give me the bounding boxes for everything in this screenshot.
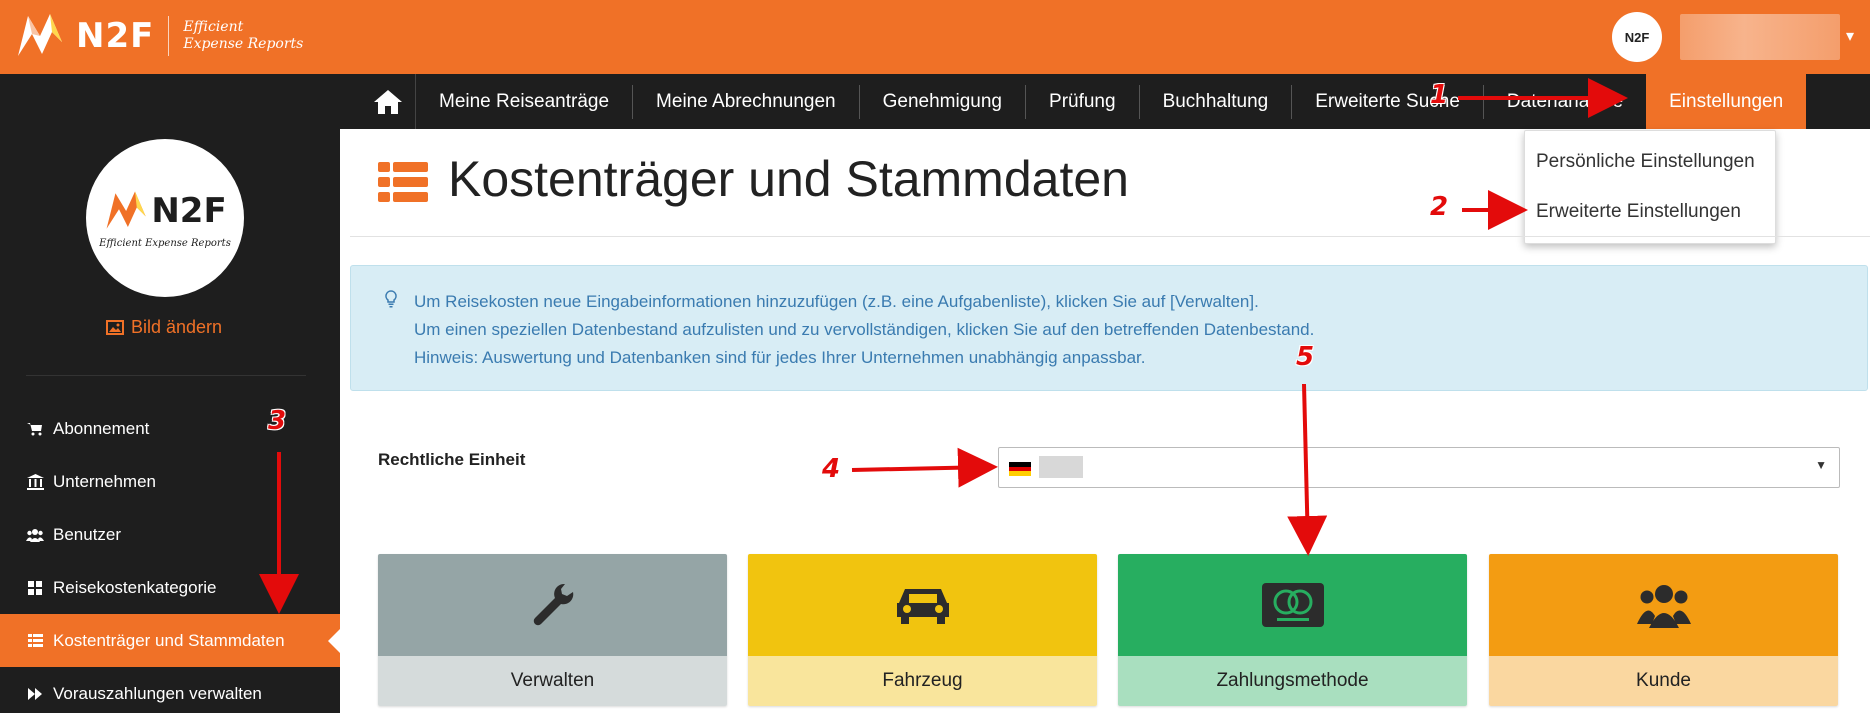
institution-icon [26,473,44,490]
annotation-number-3: 3 [268,406,287,436]
sidebar-divider [26,375,306,376]
users-icon [1636,585,1691,628]
wrench-icon [533,583,573,626]
german-flag-icon [1009,462,1031,476]
list-icon [26,634,44,647]
brand-tagline: Efficient Expense Reports [183,19,303,53]
active-indicator [328,628,340,653]
tile-kunde[interactable]: Kunde [1489,554,1838,706]
sidebar-item-unternehmen[interactable]: Unternehmen [0,455,340,508]
main-nav: Meine Reiseanträge Meine Abrechnungen Ge… [360,74,1807,129]
title-divider [350,236,1870,237]
info-line: Um Reisekosten neue Eingabeinformationen… [414,292,1259,311]
tile-icon-area [1489,554,1838,656]
page-title: Kostenträger und Stammdaten [448,151,1129,207]
avatar-brand: N2F [1624,29,1650,45]
tile-zahlungsmethode[interactable]: Zahlungsmethode [1118,554,1467,706]
chevron-down-icon: ▼ [1815,458,1827,472]
change-image-label: Bild ändern [131,317,223,337]
info-text: Um Reisekosten neue Eingabeinformationen… [414,288,1314,372]
users-icon [26,528,44,542]
tile-label: Verwalten [378,656,727,706]
settings-dropdown: Persönliche Einstellungen Erweiterte Ein… [1524,130,1776,244]
lightbulb-icon [385,290,397,313]
info-box: Um Reisekosten neue Eingabeinformationen… [350,265,1868,391]
sidebar-item-abonnement[interactable]: Abonnement [0,402,340,455]
tagline-line-1: Efficient [183,19,244,35]
user-menu-caret-icon[interactable]: ▾ [1846,26,1854,46]
annotation-number-2: 2 [1430,192,1449,222]
annotation-number-5: 5 [1296,342,1315,372]
sidebar-item-vorauszahlungen[interactable]: Vorauszahlungen verwalten [0,667,340,713]
forward-icon [26,687,44,700]
sidebar: N2F Efficient Expense Reports Bild änder… [0,129,340,713]
sidebar-item-label: Reisekostenkategorie [53,577,217,597]
brand-logo[interactable]: N2F Efficient Expense Reports [14,8,303,64]
sidebar-item-reisekostenkategorie[interactable]: Reisekostenkategorie [0,561,340,614]
logo-mark-icon [106,190,146,229]
tile-fahrzeug[interactable]: Fahrzeug [748,554,1097,706]
tile-label: Zahlungsmethode [1118,656,1467,706]
sidebar-item-label: Abonnement [53,418,150,438]
nav-item-pruefung[interactable]: Prüfung [1026,74,1139,129]
brand-name: N2F [76,16,155,56]
list-icon [378,162,428,207]
nav-item-einstellungen[interactable]: Einstellungen [1646,74,1807,129]
nav-item-genehmigung[interactable]: Genehmigung [860,74,1025,129]
dropdown-item-persoenliche-einstellungen[interactable]: Persönliche Einstellungen [1525,137,1775,187]
image-icon [106,320,124,335]
logo-mark-icon [18,14,62,56]
grid-icon [26,580,44,595]
main-nav-bar: Meine Reiseanträge Meine Abrechnungen Ge… [0,74,1870,129]
home-icon[interactable] [360,74,416,129]
company-logo: N2F Efficient Expense Reports [86,139,244,297]
nav-item-reiseantraege[interactable]: Meine Reiseanträge [416,74,632,129]
sidebar-item-label: Vorauszahlungen verwalten [53,683,262,703]
legal-entity-label: Rechtliche Einheit [378,450,526,469]
sidebar-item-label: Kostenträger und Stammdaten [53,630,285,650]
nav-item-erweiterte-suche[interactable]: Erweiterte Suche [1292,74,1483,129]
user-avatar[interactable]: N2F [1612,12,1662,62]
nav-item-buchhaltung[interactable]: Buchhaltung [1140,74,1292,129]
tile-verwalten[interactable]: Verwalten [378,554,727,706]
legal-entity-select[interactable]: ▼ [998,447,1840,488]
tile-icon-area [748,554,1097,656]
tile-icon-area [1118,554,1467,656]
nav-item-abrechnungen[interactable]: Meine Abrechnungen [633,74,859,129]
arrow-4 [851,447,998,488]
annotation-number-4: 4 [822,454,841,484]
logo-divider [168,16,170,56]
legal-entity-value-redacted [1039,456,1083,478]
user-name-redacted[interactable] [1680,14,1840,60]
info-line: Um einen speziellen Datenbestand aufzuli… [414,320,1315,339]
sidebar-item-kostentraeger[interactable]: Kostenträger und Stammdaten [0,614,340,667]
cart-icon [26,422,44,436]
tile-label: Kunde [1489,656,1838,706]
tile-icon-area [378,554,727,656]
credit-card-icon [1261,583,1324,627]
sidebar-item-label: Unternehmen [53,471,157,491]
change-image-link[interactable]: Bild ändern [106,317,222,338]
sidebar-item-label: Benutzer [53,524,122,544]
annotation-number-1: 1 [1430,80,1449,110]
top-bar: N2F Efficient Expense Reports N2F ▾ [0,0,1870,74]
tile-label: Fahrzeug [748,656,1097,706]
nav-item-datenanalyse[interactable]: Datenanalyse [1484,74,1646,129]
dropdown-item-erweiterte-einstellungen[interactable]: Erweiterte Einstellungen [1525,187,1775,237]
tagline-line-2: Expense Reports [183,36,304,52]
company-logo-name: N2F [151,190,227,231]
info-line: Hinweis: Auswertung und Datenbanken sind… [414,348,1146,367]
sidebar-item-benutzer[interactable]: Benutzer [0,508,340,561]
car-icon [896,589,949,624]
company-logo-tagline: Efficient Expense Reports [99,237,231,249]
